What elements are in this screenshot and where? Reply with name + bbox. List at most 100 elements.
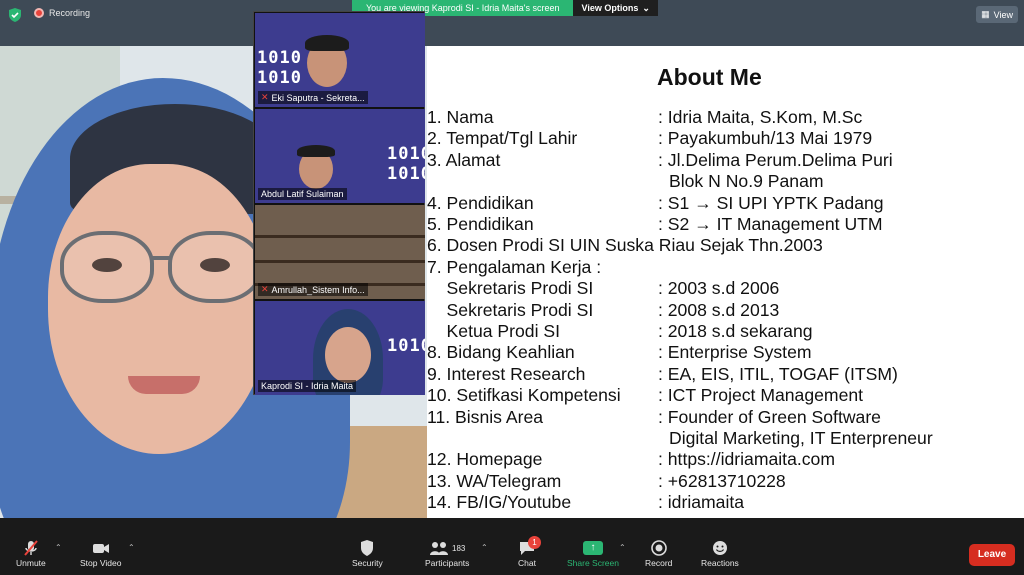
binary-decoration: 1010 (257, 48, 302, 68)
slide-row-label: 2. Tempat/Tgl Lahir (427, 128, 578, 149)
slide-row-label: 3. Alamat (427, 149, 501, 170)
participant-hair (297, 145, 335, 157)
slide-row-label: 9. Interest Research (427, 363, 586, 384)
participant-name-tag: ✕ Amrullah_Sistem Info... (258, 283, 368, 296)
security-label: Security (352, 558, 383, 568)
participant-name-tag: ✕ Eki Saputra - Sekreta... (258, 91, 368, 104)
slide-row-value: : +62813710228 (658, 470, 786, 491)
face-shape (48, 164, 270, 454)
chevron-up-icon[interactable]: ⌃ (55, 543, 62, 552)
stop-video-button[interactable]: Stop Video (80, 538, 121, 568)
slide-row-value: : S1 → SI UPI YPTK Padang (658, 192, 884, 213)
chevron-up-icon[interactable]: ⌃ (128, 543, 135, 552)
reactions-button[interactable]: Reactions (701, 538, 739, 568)
slide-row-label: Ketua Prodi SI (427, 321, 561, 341)
slide-row-label: 6. Dosen Prodi SI UIN Suska Riau Sejak T… (427, 235, 823, 256)
participant-name: Abdul Latif Sulaiman (261, 189, 344, 199)
slide-row-value: : 2003 s.d 2006 (658, 278, 780, 299)
share-screen-button[interactable]: ↑ Share Screen (567, 538, 619, 568)
glasses-left-lens (60, 231, 154, 303)
mic-muted-icon: ✕ (261, 284, 269, 294)
slide-row-label: 5. Pendidikan (427, 214, 534, 234)
people-icon (430, 542, 449, 555)
meeting-toolbar (0, 532, 1024, 575)
participant-name: Eki Saputra - Sekreta... (271, 92, 365, 103)
participant-tile[interactable]: 1010 Kaprodi SI - Idria Maita (255, 301, 425, 395)
slide-row-value: : Founder of Green Software (658, 406, 881, 427)
grid-icon: ▦ (981, 9, 990, 19)
participant-name-tag: Kaprodi SI - Idria Maita (258, 380, 357, 392)
slide-row-value: : Enterprise System (658, 342, 812, 363)
view-options-button[interactable]: View Options ⌄ (573, 0, 658, 16)
participant-tile[interactable]: ✕ Amrullah_Sistem Info... (255, 205, 425, 299)
slide-row-label: 11. Bisnis Area (427, 406, 544, 427)
glasses-bridge (150, 256, 172, 260)
slide-row-label: 12. Homepage (427, 449, 543, 470)
slide-row-label: Sekretaris Prodi SI (427, 278, 594, 299)
slide-row-value: : Payakumbuh/13 Mai 1979 (658, 128, 873, 149)
participant-gallery[interactable]: 1010 1010 ✕ Eki Saputra - Sekreta... 101… (253, 11, 425, 395)
binary-decoration: 1010 (257, 68, 302, 88)
recording-label: Recording (49, 8, 91, 18)
chevron-down-icon: ⌄ (642, 2, 650, 13)
about-me-slide: About Me 1. Nama: Idria Maita, S.Kom, M.… (427, 46, 1024, 518)
view-button-label: View (993, 9, 1013, 20)
stop-video-label: Stop Video (80, 558, 122, 568)
slide-row-label: Sekretaris Prodi SI (427, 299, 594, 320)
slide-row-label: 13. WA/Telegram (427, 470, 562, 491)
smiley-icon (712, 541, 727, 555)
slide-row-value: : 2008 s.d 2013 (658, 299, 780, 320)
video-camera-icon (92, 544, 109, 553)
view-button[interactable]: ▦ View (976, 6, 1018, 23)
shelf-line (255, 235, 425, 238)
slide-row-value: : 2018 s.d sekarang (658, 321, 813, 341)
participants-icon-group: 183 (429, 538, 465, 558)
participant-name: Kaprodi SI - Idria Maita (261, 381, 354, 391)
leave-button[interactable]: Leave (969, 544, 1015, 566)
share-screen-icon-wrap: ↑ (582, 538, 603, 558)
record-dot-icon (34, 8, 44, 18)
participants-count: 183 (452, 543, 466, 553)
slide-row-value: : EA, EIS, ITIL, TOGAF (ITSM) (658, 363, 898, 384)
unmute-label: Unmute (16, 558, 46, 568)
top-bar: Recording You are viewing Kaprodi SI - I… (0, 0, 1024, 46)
reactions-label: Reactions (701, 558, 739, 568)
shield-icon (361, 540, 374, 556)
slide-row-value: : https://idriamaita.com (658, 449, 835, 470)
slide-row-value: : S2 → IT Management UTM (658, 214, 883, 234)
mic-muted-icon: ✕ (261, 92, 269, 102)
view-options-label: View Options (581, 3, 639, 13)
record-button[interactable]: Record (645, 538, 672, 568)
slide-row-label: 1. Nama (427, 107, 494, 127)
unmute-button[interactable]: Unmute (16, 538, 46, 568)
mic-muted-icon (24, 540, 38, 556)
security-button[interactable]: Security (352, 538, 383, 568)
record-icon (650, 540, 667, 556)
slide-row-label: 10. Setifkasi Kompetensi (427, 385, 621, 406)
share-arrow-icon: ↑ (582, 541, 603, 555)
chevron-up-icon[interactable]: ⌃ (481, 543, 488, 552)
glasses-right-lens (168, 231, 262, 303)
mouth-shape (128, 376, 200, 394)
shield-icon[interactable] (7, 7, 23, 23)
participant-tile[interactable]: 1010 1010 ✕ Eki Saputra - Sekreta... (255, 13, 425, 107)
participant-face (325, 327, 371, 383)
participants-button[interactable]: 183 Participants (425, 538, 469, 568)
participants-label: Participants (425, 558, 470, 568)
participant-tile[interactable]: 1010 1010 Abdul Latif Sulaiman (255, 109, 425, 203)
share-screen-label: Share Screen (567, 558, 619, 568)
recording-indicator[interactable]: Recording (34, 8, 90, 18)
slide-row-value: : idriamaita (658, 492, 745, 513)
slide-row-label: 7. Pengalaman Kerja : (427, 256, 602, 277)
shared-screen: About Me 1. Nama: Idria Maita, S.Kom, M.… (0, 46, 1024, 518)
slide-row-continuation: Digital Marketing, IT Enterpreneur (669, 428, 933, 448)
participant-hair (305, 35, 349, 51)
binary-decoration: 1010 (387, 144, 425, 164)
chat-label: Chat (518, 558, 536, 568)
slide-row-value: : Idria Maita, S.Kom, M.Sc (658, 107, 863, 127)
slide-row-value: : ICT Project Management (658, 385, 864, 406)
record-label: Record (645, 558, 673, 568)
chevron-up-icon[interactable]: ⌃ (619, 543, 626, 552)
slide-row-label: 8. Bidang Keahlian (427, 342, 575, 363)
shelf-line (255, 260, 425, 263)
